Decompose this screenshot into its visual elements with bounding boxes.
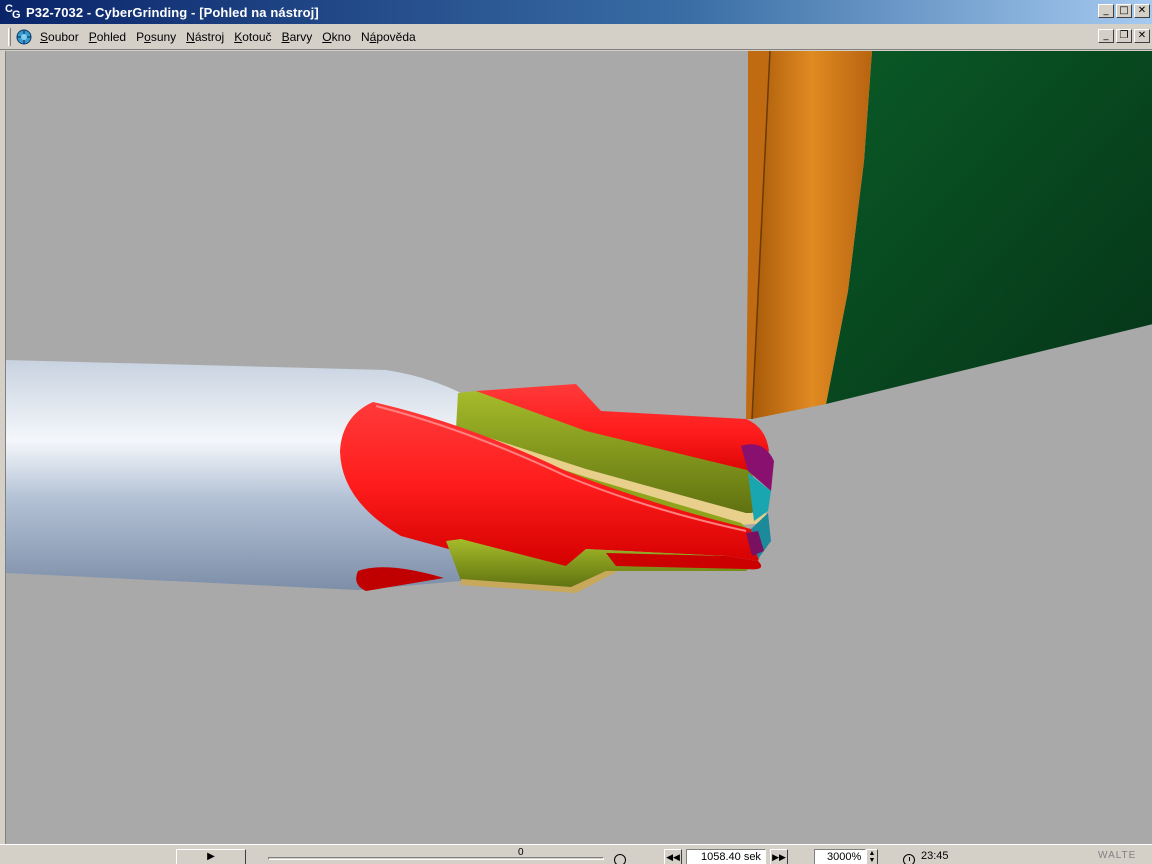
- zoom-down-icon[interactable]: ▼: [867, 857, 877, 864]
- close-button[interactable]: ✕: [1134, 4, 1150, 18]
- maximize-button[interactable]: □: [1116, 4, 1132, 18]
- clock-text: 23:45: [921, 850, 949, 862]
- menu-okno[interactable]: Okno: [317, 30, 356, 44]
- app-icon[interactable]: C G: [4, 3, 22, 21]
- status-bar: ▶ 0 ◀◀ 1058.40 sek ▶▶ 3000% ▲ ▼ 23:45 WA…: [0, 844, 1152, 864]
- tool-3d-viewport[interactable]: [5, 51, 1152, 844]
- record-icon[interactable]: [614, 854, 626, 864]
- menu-pohled[interactable]: Pohled: [84, 30, 131, 44]
- slider-track[interactable]: [268, 857, 604, 860]
- grinding-wheel: [746, 51, 1152, 420]
- mdi-controls: _ ❐ ✕: [1098, 29, 1150, 43]
- minimize-button[interactable]: _: [1098, 4, 1114, 18]
- play-button[interactable]: ▶: [176, 849, 246, 864]
- mdi-close-button[interactable]: ✕: [1134, 29, 1150, 43]
- grinding-wheel-face: [826, 51, 1152, 404]
- mdi-minimize-button[interactable]: _: [1098, 29, 1114, 43]
- zoom-up-icon[interactable]: ▲: [867, 850, 877, 857]
- slider-value: 0: [518, 847, 524, 858]
- simulation-slider[interactable]: 0: [266, 847, 606, 864]
- menu-kotouc[interactable]: Kotouč: [229, 30, 276, 44]
- brand-logo: WALTE: [1098, 850, 1137, 861]
- menu-napoveda[interactable]: Nápověda: [356, 30, 421, 44]
- title-bar: C G P32-7032 - CyberGrinding - [Pohled n…: [0, 0, 1152, 24]
- menu-bar: Soubor Pohled Posuny Nástroj Kotouč Barv…: [0, 24, 1152, 50]
- menu-soubor[interactable]: Soubor: [35, 30, 84, 44]
- tool-scene: [6, 51, 1152, 593]
- window-title: P32-7032 - CyberGrinding - [Pohled na ná…: [26, 4, 319, 20]
- window-controls: _ □ ✕: [1098, 4, 1150, 18]
- forward-button[interactable]: ▶▶: [770, 849, 788, 864]
- time-field[interactable]: 1058.40 sek: [686, 849, 766, 864]
- zoom-field[interactable]: 3000%: [814, 849, 866, 864]
- document-app-icon[interactable]: [15, 28, 33, 46]
- toolbar-grip[interactable]: [8, 27, 11, 46]
- mdi-restore-button[interactable]: ❐: [1116, 29, 1132, 43]
- menu-nastroj[interactable]: Nástroj: [181, 30, 229, 44]
- menu-barvy[interactable]: Barvy: [277, 30, 318, 44]
- clock-icon: [903, 854, 915, 864]
- rewind-button[interactable]: ◀◀: [664, 849, 682, 864]
- zoom-spinner[interactable]: ▲ ▼: [866, 849, 878, 864]
- menu-posuny[interactable]: Posuny: [131, 30, 181, 44]
